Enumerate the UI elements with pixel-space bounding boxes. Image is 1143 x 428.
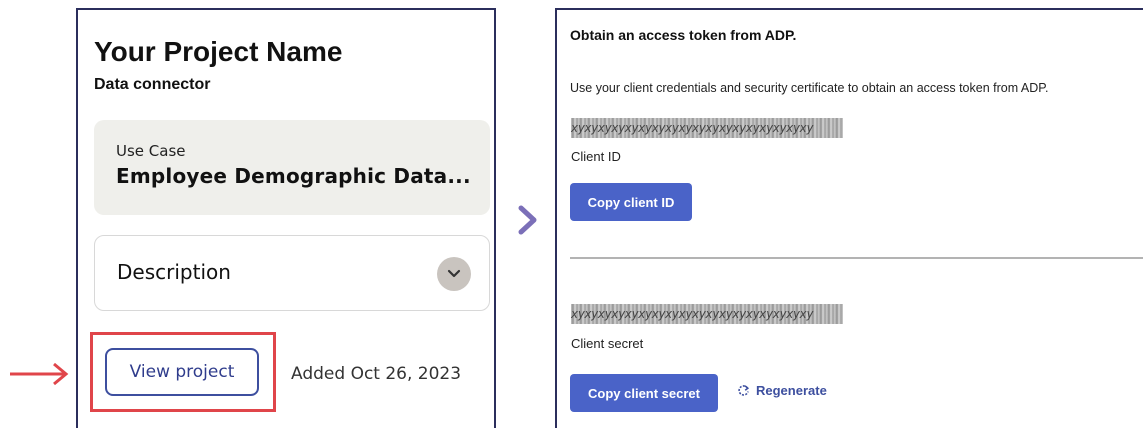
view-project-button[interactable]: View project <box>105 348 259 396</box>
section-divider <box>570 257 1143 259</box>
use-case-panel: Use Case Employee Demographic Data... <box>94 120 490 215</box>
token-panel-description: Use your client credentials and security… <box>570 81 1049 95</box>
refresh-icon <box>738 385 750 396</box>
description-label: Description <box>117 260 231 284</box>
project-card: Your Project Name Data connector Use Cas… <box>76 8 496 428</box>
regenerate-link[interactable]: Regenerate <box>737 383 827 398</box>
client-id-label: Client ID <box>571 149 621 164</box>
client-id-value: xyxyxyxyxyxyxyxyxyxyxyxyxyxyxyxyxyxy <box>571 118 843 138</box>
copy-client-id-button[interactable]: Copy client ID <box>570 183 692 221</box>
token-panel-title: Obtain an access token from ADP. <box>570 27 797 43</box>
use-case-label: Use Case <box>116 142 186 160</box>
copy-client-secret-button[interactable]: Copy client secret <box>570 374 718 412</box>
project-subtitle: Data connector <box>94 76 211 93</box>
regenerate-label: Regenerate <box>756 383 827 398</box>
description-accordion[interactable]: Description <box>94 235 490 311</box>
pointer-arrow-icon <box>10 362 69 386</box>
chevron-right-icon <box>518 205 537 235</box>
client-secret-label: Client secret <box>571 336 644 351</box>
client-secret-value: xyxyxyxyxyxyxyxyxyxyxyxyxyxyxyxyxyxy <box>571 304 843 324</box>
access-token-panel: Obtain an access token from ADP. Use you… <box>555 8 1143 428</box>
added-date: Added Oct 26, 2023 <box>291 364 462 384</box>
project-title: Your Project Name <box>94 36 343 67</box>
use-case-value: Employee Demographic Data... <box>116 164 471 188</box>
chevron-down-icon[interactable] <box>437 257 471 291</box>
